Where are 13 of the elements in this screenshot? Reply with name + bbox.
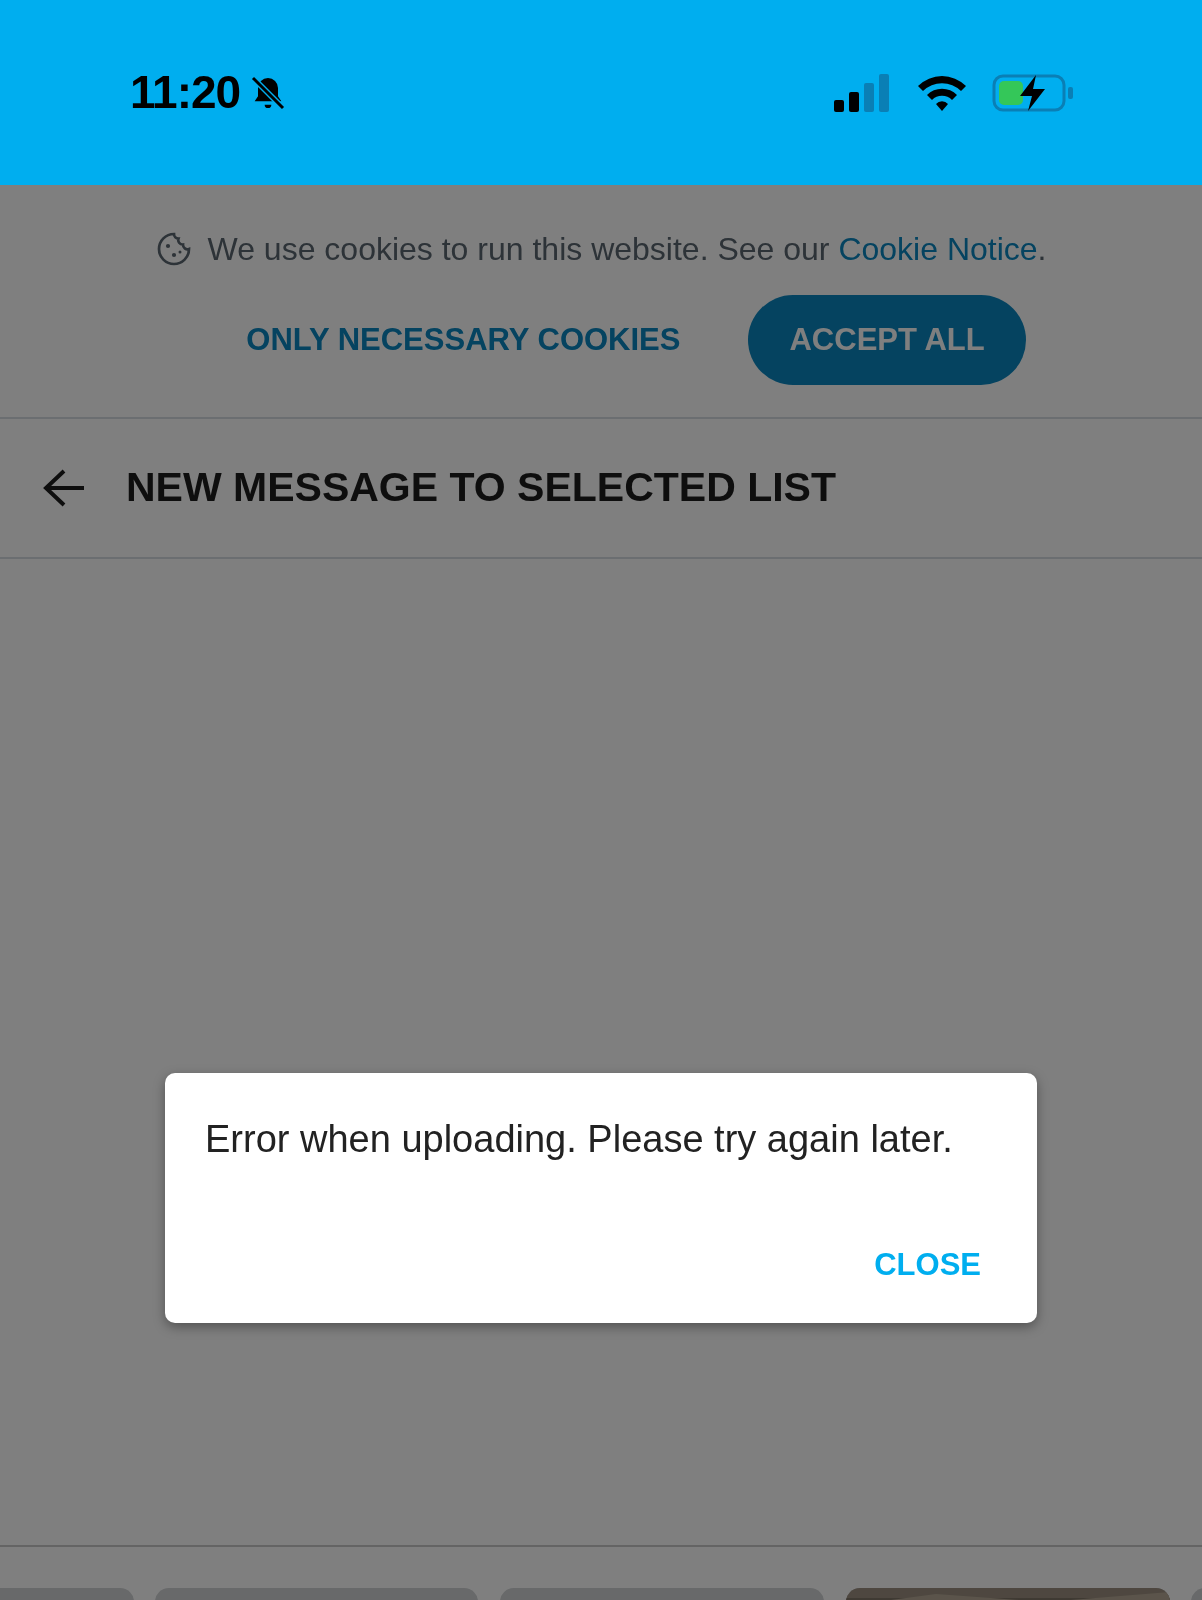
- close-button[interactable]: CLOSE: [860, 1238, 995, 1293]
- cookie-icon: [155, 231, 192, 267]
- status-time: 11:20: [130, 65, 241, 120]
- wifi-icon: [916, 73, 968, 112]
- accept-all-button[interactable]: ACCEPT ALL: [748, 295, 1026, 385]
- cookie-notice-text: We use cookies to run this website. See our Cookie Notice.: [207, 230, 1047, 269]
- cookie-notice-link[interactable]: Cookie Notice: [838, 231, 1038, 267]
- battery-charging-icon: [992, 72, 1074, 113]
- error-message: Error when uploading. Please try again later.: [205, 1117, 954, 1162]
- page-title: NEW MESSAGE TO SELECTED LIST: [126, 463, 836, 513]
- signal-icon: [834, 73, 892, 112]
- back-arrow-icon[interactable]: [42, 468, 86, 508]
- necessary-cookies-button[interactable]: ONLY NECESSARY COOKIES: [226, 306, 701, 374]
